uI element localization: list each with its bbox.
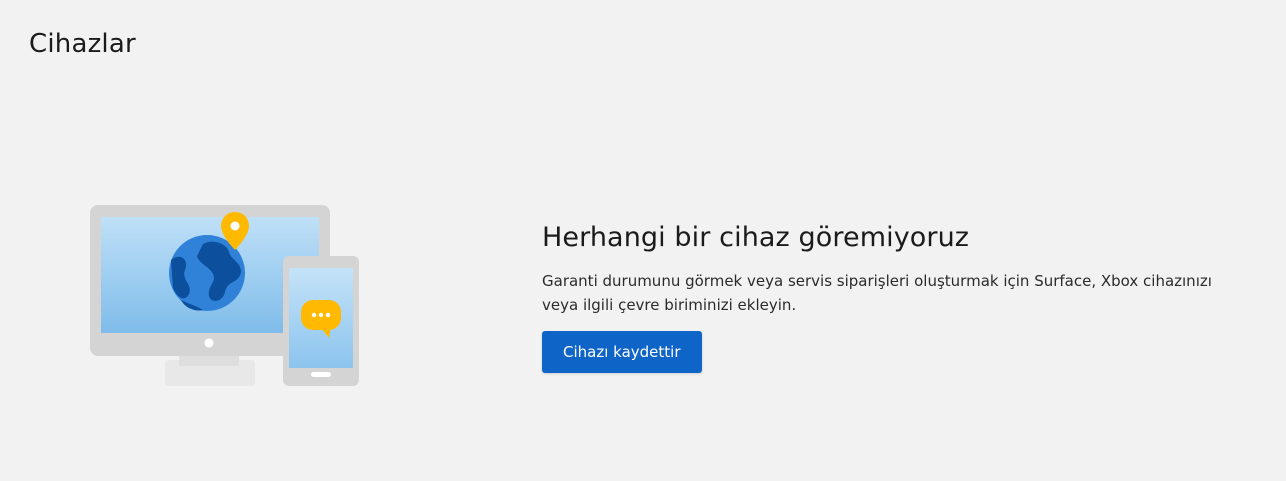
empty-state-description: Garanti durumunu görmek veya servis sipa… xyxy=(542,272,1212,314)
devices-page: Cihazlar Herhangi bir cihaz göremiyoruz … xyxy=(0,0,1286,481)
empty-state-panel: Herhangi bir cihaz göremiyoruz Garanti d… xyxy=(542,221,1262,373)
empty-state-heading: Herhangi bir cihaz göremiyoruz xyxy=(542,222,970,253)
register-device-button[interactable]: Cihazı kaydettir xyxy=(542,331,702,373)
page-title: Cihazlar xyxy=(29,29,136,60)
devices-illustration xyxy=(90,205,359,386)
